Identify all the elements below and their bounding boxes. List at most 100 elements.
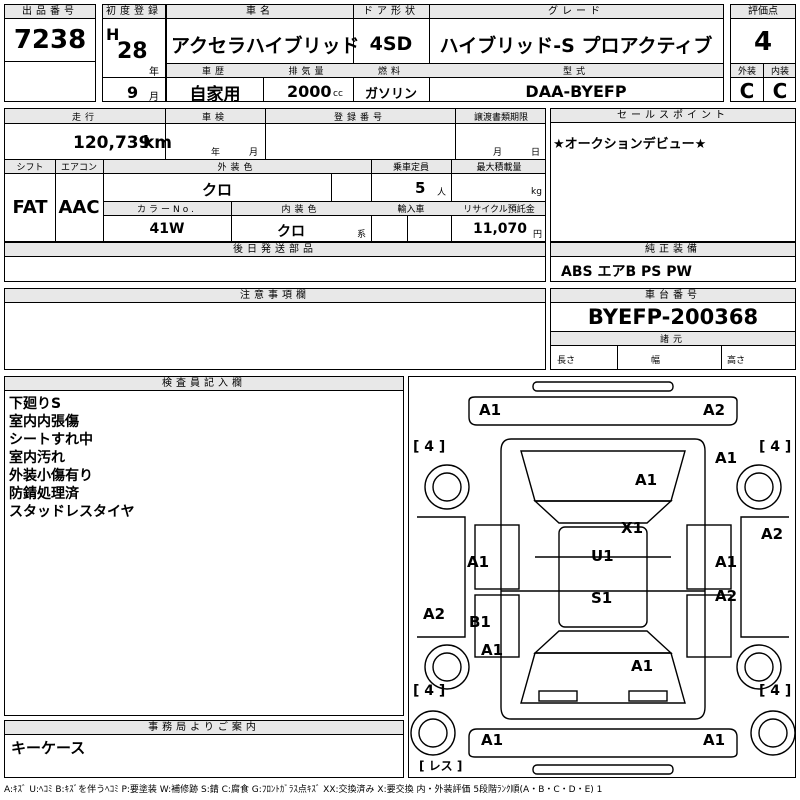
inspection-year-unit: 年 bbox=[211, 148, 221, 158]
office-box: 事務局よりご案内 キーケース bbox=[4, 720, 404, 778]
door-label: ドア形状 bbox=[353, 5, 429, 19]
damage-mark: A1 bbox=[481, 641, 504, 659]
mileage: 120,739 bbox=[73, 133, 151, 153]
model: DAA-BYEFP bbox=[525, 82, 627, 101]
recycle-unit: 円 bbox=[533, 230, 543, 240]
score: 4 bbox=[753, 27, 773, 57]
reg-year: 28 bbox=[117, 39, 148, 64]
later-parts-box: 後日発送部品 bbox=[4, 242, 546, 282]
inspector-label: 検査員記入欄 bbox=[5, 377, 403, 391]
chassis-box: 車台番号 BYEFP-200368 諸元 長さ 幅 高さ bbox=[550, 288, 796, 370]
history-label: 車歴 bbox=[167, 64, 263, 77]
ac: AAC bbox=[58, 197, 100, 218]
car-outline bbox=[410, 381, 795, 775]
car-name-label: 車名 bbox=[167, 5, 353, 19]
color-label: 外装色 bbox=[217, 163, 257, 173]
reg-month: 9 bbox=[127, 83, 139, 102]
inspector-line: スタッドレスタイヤ bbox=[9, 504, 135, 520]
sales-label: セールスポイント bbox=[551, 109, 795, 123]
interior-label: 内装 bbox=[764, 64, 795, 77]
damage-mark: A1 bbox=[479, 401, 502, 419]
equipment: ABS エアB PS PW bbox=[561, 264, 692, 280]
model-label: 型式 bbox=[429, 64, 723, 77]
sales-point: ★オークションデビュー★ bbox=[553, 137, 707, 152]
damage-mark: A1 bbox=[715, 553, 738, 571]
lot-label: 出品番号 bbox=[5, 5, 95, 19]
fuel-label: 燃料 bbox=[353, 64, 429, 77]
transfer-label: 譲渡書類期限 bbox=[473, 113, 528, 123]
tire-rating: [ 4 ] bbox=[759, 683, 792, 699]
inspector-line: シートすれ中 bbox=[9, 432, 93, 448]
length-label: 長さ bbox=[557, 356, 576, 366]
tire-rating: [ 4 ] bbox=[413, 439, 446, 455]
height-label: 高さ bbox=[727, 356, 746, 366]
equipment-box: 純正装備 ABS エアB PS PW bbox=[550, 242, 796, 282]
damage-mark: A2 bbox=[761, 525, 784, 543]
specs-label: 諸元 bbox=[659, 335, 686, 345]
fuel: ガソリン bbox=[364, 87, 417, 102]
damage-mark: U1 bbox=[591, 547, 614, 565]
car-name: アクセラハイブリッド bbox=[171, 35, 360, 57]
notes-box: 注意事項欄 bbox=[4, 288, 546, 370]
inspector-line: 下廻りS bbox=[9, 396, 62, 412]
spare-tire-label: [ レス ] bbox=[419, 759, 463, 773]
car-diagram: A1 A2 A1 A1 X1 A1 U1 A1 A2 A2 B1 S1 A2 A… bbox=[408, 376, 796, 778]
inspector-line: 室内汚れ bbox=[9, 450, 65, 466]
exterior-label: 外装 bbox=[731, 64, 763, 77]
recycle-label: リサイクル預託金 bbox=[463, 205, 535, 215]
mileage-unit: km bbox=[143, 133, 173, 153]
exterior-grade: C bbox=[739, 79, 755, 102]
first-reg-label: 初度登録 bbox=[103, 5, 165, 19]
reg-year-unit: 年 bbox=[149, 67, 159, 78]
shift: FAT bbox=[12, 197, 48, 218]
first-reg-box: 初度登録 H 28 年 9 月 bbox=[102, 4, 166, 102]
score-box: 評価点 4 外装 内装 C C bbox=[730, 4, 796, 102]
seats: 5 bbox=[415, 179, 426, 197]
damage-mark: A1 bbox=[467, 553, 490, 571]
inspector-line: 室内内張傷 bbox=[9, 414, 79, 430]
grade-label: グレード bbox=[429, 5, 723, 19]
damage-mark: X1 bbox=[621, 519, 644, 537]
reg-number-label: 登録番号 bbox=[333, 113, 386, 123]
shift-label: シフト bbox=[16, 163, 44, 173]
damage-mark: A2 bbox=[715, 587, 738, 605]
damage-mark: S1 bbox=[591, 589, 613, 607]
interior-color: クロ bbox=[277, 224, 305, 240]
damage-mark: A2 bbox=[423, 605, 446, 623]
door-type: 4SD bbox=[369, 33, 413, 55]
damage-mark: A1 bbox=[481, 731, 504, 749]
office-text: キーケース bbox=[11, 739, 86, 757]
chassis-label: 車台番号 bbox=[551, 289, 795, 303]
ac-label: エアコン bbox=[60, 163, 97, 173]
damage-mark: A1 bbox=[703, 731, 726, 749]
inspection-label: 車検 bbox=[201, 113, 228, 123]
exterior-color: クロ bbox=[201, 181, 232, 199]
score-label: 評価点 bbox=[731, 5, 795, 19]
damage-legend: A:ｷｽﾞ U:ﾍｺﾐ B:ｷｽﾞを伴うﾍｺﾐ P:要塗装 W:補修跡 S:錆 … bbox=[4, 785, 603, 795]
displacement-unit: cc bbox=[333, 89, 343, 99]
displacement-label: 排気量 bbox=[263, 64, 353, 77]
load-label: 最大積載量 bbox=[476, 163, 522, 173]
int-color-unit: 系 bbox=[357, 230, 367, 240]
displacement: 2000 bbox=[287, 82, 332, 101]
interior-grade: C bbox=[772, 79, 788, 102]
inspector-box: 検査員記入欄 下廻りS 室内内張傷 シートすれ中 室内汚れ 外装小傷有り 防錆処… bbox=[4, 376, 404, 716]
color-no: 41W bbox=[149, 221, 185, 237]
sales-point-box: セールスポイント ★オークションデビュー★ bbox=[550, 108, 796, 242]
inspector-line: 防錆処理済 bbox=[9, 486, 79, 502]
import-label: 輸入車 bbox=[397, 205, 425, 215]
damage-mark: A1 bbox=[631, 657, 654, 675]
notes-label: 注意事項欄 bbox=[5, 289, 545, 303]
damage-mark: A2 bbox=[703, 401, 726, 419]
width-label: 幅 bbox=[651, 356, 661, 366]
vehicle-detail-box: 走行 車検 登録番号 譲渡書類期限 120,739 km 年 月 月 日 シフト… bbox=[4, 108, 546, 242]
lot-number: 7238 bbox=[13, 25, 87, 55]
color-no-label: カラーNo. bbox=[137, 205, 197, 215]
mileage-label: 走行 bbox=[71, 113, 98, 123]
office-label: 事務局よりご案内 bbox=[5, 721, 403, 735]
inspection-month-unit: 月 bbox=[249, 148, 259, 158]
transfer-day-unit: 日 bbox=[531, 148, 541, 158]
inspector-line: 外装小傷有り bbox=[9, 468, 93, 484]
seats-label: 乗車定員 bbox=[392, 163, 429, 173]
later-parts-label: 後日発送部品 bbox=[5, 243, 545, 257]
